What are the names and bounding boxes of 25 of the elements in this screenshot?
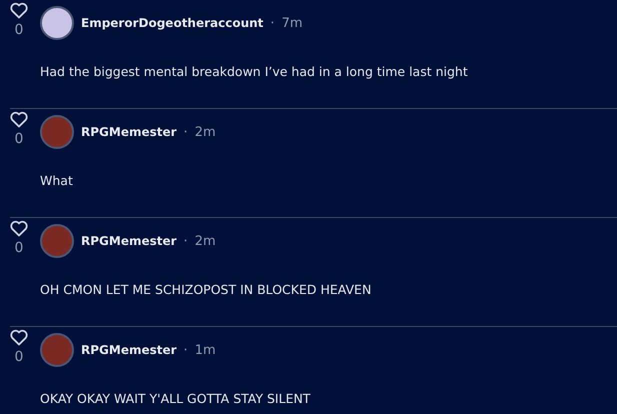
- separator-dot: ·: [184, 124, 188, 140]
- like-count: 0: [14, 349, 24, 365]
- separator-dot: ·: [184, 234, 188, 248]
- username[interactable]: EmperorDogeotheraccount: [81, 16, 264, 30]
- username[interactable]: RPGMemester: [81, 234, 177, 248]
- post-message: Had the biggest mental breakdown I’ve had in a long time last night: [40, 64, 468, 79]
- heart-icon[interactable]: [10, 111, 28, 128]
- post-message: OH CMON LET ME SCHIZOPOST IN BLOCKED HEAVEN: [40, 282, 372, 297]
- post-time: 2m: [194, 124, 216, 140]
- separator-dot: ·: [270, 16, 275, 30]
- heart-icon[interactable]: [10, 2, 28, 19]
- post-time: 2m: [194, 234, 216, 248]
- like-count: 0: [14, 131, 24, 147]
- like-count: 0: [14, 22, 24, 38]
- separator-dot: ·: [184, 342, 188, 358]
- post-time: 1m: [194, 342, 216, 358]
- heart-icon[interactable]: [10, 329, 28, 346]
- username[interactable]: RPGMemester: [81, 343, 177, 357]
- like-count: 0: [14, 240, 24, 256]
- avatar[interactable]: [40, 6, 74, 40]
- post-time: 7m: [282, 16, 302, 30]
- heart-icon[interactable]: [10, 220, 28, 237]
- username[interactable]: RPGMemester: [81, 125, 177, 139]
- post-message: OKAY OKAY WAIT Y'ALL GOTTA STAY SILENT: [40, 391, 310, 406]
- post-message: What: [40, 173, 73, 188]
